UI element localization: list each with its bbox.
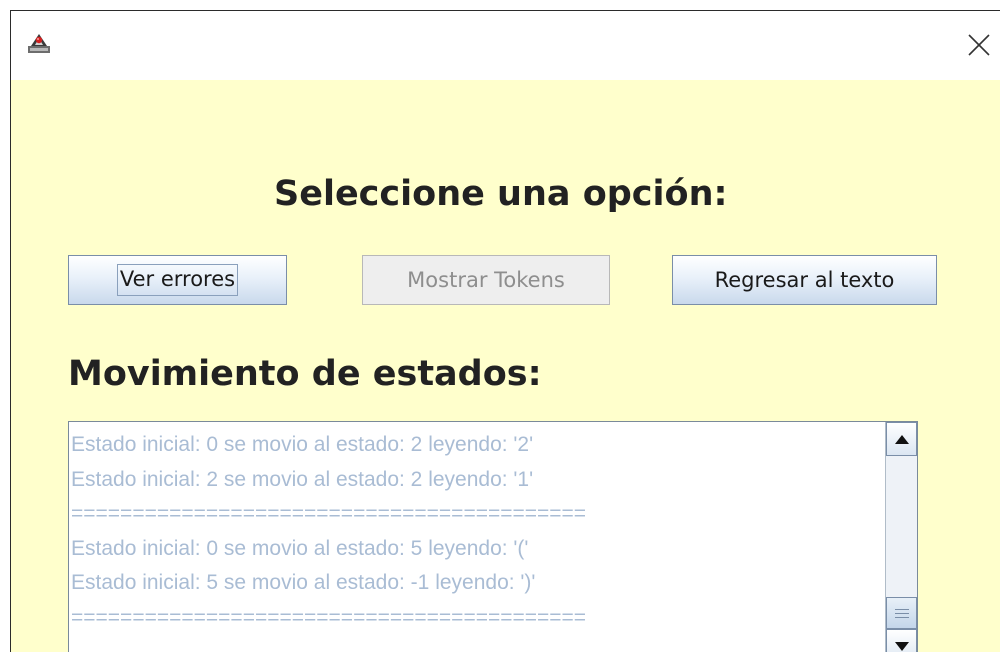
scroll-up-button[interactable] bbox=[886, 422, 917, 456]
output-line: Estado inicial: 5 se movio al estado: -1… bbox=[71, 571, 536, 594]
scroll-down-button[interactable] bbox=[886, 629, 917, 652]
java-app-icon bbox=[28, 34, 50, 53]
close-icon[interactable] bbox=[966, 32, 992, 58]
back-to-text-button[interactable]: Regresar al texto bbox=[672, 255, 937, 305]
dialog-window: Seleccione una opción: Ver errores Mostr… bbox=[10, 10, 1000, 652]
title-bar bbox=[11, 11, 1000, 80]
vertical-scrollbar[interactable] bbox=[885, 422, 917, 652]
output-line: Estado inicial: 0 se movio al estado: 2 … bbox=[71, 433, 534, 456]
output-line: Estado inicial: 2 se movio al estado: 2 … bbox=[71, 467, 534, 491]
state-moves-lines: Estado inicial: 0 se movio al estado: 2 … bbox=[71, 428, 881, 635]
output-separator: ========================================… bbox=[71, 502, 587, 525]
show-tokens-button[interactable]: Mostrar Tokens bbox=[362, 255, 610, 305]
view-errors-label: Ver errores bbox=[116, 264, 239, 296]
thumb-grip-line bbox=[895, 613, 909, 614]
scroll-thumb[interactable] bbox=[886, 597, 917, 629]
thumb-grip-line bbox=[895, 617, 909, 618]
output-line: Estado inicial: 0 se movio al estado: 5 … bbox=[71, 536, 529, 560]
arrow-down-icon bbox=[894, 641, 909, 651]
options-heading: Seleccione una opción: bbox=[274, 174, 728, 214]
state-moves-heading: Movimiento de estados: bbox=[68, 354, 542, 394]
state-moves-textarea[interactable]: Estado inicial: 0 se movio al estado: 2 … bbox=[68, 421, 918, 652]
output-separator: ========================================… bbox=[71, 605, 587, 629]
dialog-content: Seleccione una opción: Ver errores Mostr… bbox=[11, 80, 1000, 652]
thumb-grip-line bbox=[895, 609, 909, 610]
arrow-up-icon bbox=[894, 434, 909, 444]
view-errors-button[interactable]: Ver errores bbox=[68, 255, 287, 305]
